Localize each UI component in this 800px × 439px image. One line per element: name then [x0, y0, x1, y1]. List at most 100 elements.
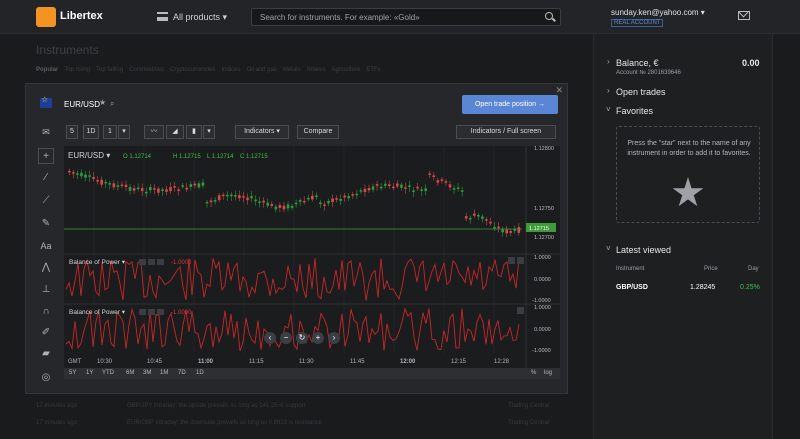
candle [396, 183, 399, 187]
indicator-axis-label: 0.0000 [534, 327, 551, 333]
panel-close-icon[interactable] [517, 307, 524, 314]
pencil-icon[interactable]: ✐ [38, 325, 54, 341]
indicator-hide-icon[interactable] [148, 309, 155, 315]
panel-close-icon[interactable] [517, 257, 524, 264]
mail-icon[interactable] [738, 11, 750, 20]
candle [379, 186, 383, 189]
text-icon[interactable]: Aa [38, 238, 54, 254]
indicator-close-icon[interactable] [157, 259, 164, 265]
chevron-right-icon[interactable]: › [607, 57, 610, 66]
fullscreen-button[interactable]: Indicators / Full screen [456, 125, 556, 139]
reset-chart-button[interactable]: ↻ [296, 332, 308, 344]
chevron-right-icon[interactable]: › [607, 86, 610, 95]
indicator-name[interactable]: Balance of Power ▾ [69, 309, 126, 316]
crosshair-icon[interactable]: + [38, 148, 54, 164]
balance-label[interactable]: Balance, € [616, 58, 659, 68]
compare-button[interactable]: Compare [297, 125, 339, 139]
zoom-out-button[interactable]: − [280, 332, 292, 344]
timeframe-5[interactable]: 5 [66, 125, 78, 139]
tab-etfs[interactable]: ETFs [366, 67, 380, 73]
search-input[interactable]: Search for instruments. For example: «Go… [251, 8, 561, 26]
zoom-in-button[interactable]: + [312, 332, 324, 344]
tab-top-rising[interactable]: Top rising [64, 67, 90, 73]
scroll-left-button[interactable]: ‹ [264, 332, 276, 344]
open-trade-button[interactable]: Open trade position → [462, 95, 558, 114]
brand-name[interactable]: Libertex [60, 10, 103, 22]
indicator-name[interactable]: Balance of Power ▾ [69, 259, 126, 266]
panel-up-icon[interactable] [508, 257, 515, 264]
favorite-star-icon[interactable]: ★ [99, 98, 106, 107]
indicators-button[interactable]: Indicators ▾ [235, 125, 289, 139]
candle [408, 185, 411, 187]
scroll-right-button[interactable]: › [328, 332, 340, 344]
pattern-icon[interactable]: ⋀ [38, 260, 54, 276]
percent-scale-toggle[interactable]: % [531, 370, 536, 376]
line-chart-icon[interactable]: 〰 [144, 125, 164, 139]
candle [290, 205, 294, 208]
candle [213, 200, 217, 202]
lock-icon[interactable]: ▰ [38, 346, 54, 362]
envelope-icon[interactable]: ✉ [38, 124, 54, 140]
tab-cryptocurrencies[interactable]: Cryptocurrencies [170, 67, 215, 73]
user-menu[interactable]: sunday.ken@yahoo.com ▾ [611, 8, 705, 17]
timeframe-1[interactable]: 1 [103, 125, 117, 139]
chevron-down-icon[interactable]: ˅ [606, 105, 611, 114]
log-scale-toggle[interactable]: log [544, 370, 552, 376]
favorites-header[interactable]: Favorites [616, 106, 653, 116]
brush-icon[interactable]: ✎ [38, 216, 54, 232]
open-trades-link[interactable]: Open trades [616, 87, 666, 97]
account-sidebar: › Balance, € 0.00 Account № 2801639646 ›… [593, 34, 773, 439]
eye-icon[interactable]: ◎ [38, 370, 54, 386]
tab-commodities[interactable]: Commodities [129, 67, 164, 73]
range-6m[interactable]: 6M [126, 370, 134, 376]
chevron-down-icon[interactable]: ˅ [606, 244, 611, 253]
range-ytd[interactable]: YTD [102, 370, 114, 376]
timeframe-dropdown[interactable]: ▾ [118, 125, 130, 139]
candle [477, 214, 480, 217]
time-label: GMT [68, 359, 82, 365]
tab-agriculture[interactable]: Agriculture [332, 67, 361, 73]
range-1d[interactable]: 1D [196, 370, 204, 376]
search-icon[interactable] [545, 12, 553, 20]
indicator-hide-icon[interactable] [148, 259, 155, 265]
chart-symbol[interactable]: EUR/USD ▾ [68, 151, 110, 160]
line-icon[interactable]: ⁄ [38, 170, 54, 186]
all-products-menu[interactable]: All products ▾ [173, 12, 227, 23]
tab-metals[interactable]: Metals [283, 67, 301, 73]
candle [221, 194, 225, 197]
candle [428, 173, 432, 175]
fib-icon[interactable]: ⟋ [38, 193, 54, 209]
tab-shares[interactable]: Shares [306, 67, 325, 73]
libertex-logo-icon[interactable] [36, 7, 56, 27]
candle [144, 191, 148, 194]
tab-popular[interactable]: Popular [36, 67, 58, 73]
measure-icon[interactable]: ⊥ [38, 282, 54, 298]
candle [335, 198, 338, 200]
tab-top-falling[interactable]: Top falling [96, 67, 123, 73]
tab-oil-gas[interactable]: Oil and gas [246, 67, 276, 73]
candle [238, 195, 241, 199]
area-chart-icon[interactable]: ◢ [166, 125, 184, 139]
timeframe-1d[interactable]: 1D [83, 125, 99, 139]
range-7d[interactable]: 7D [178, 370, 186, 376]
chart-type-dropdown[interactable]: ▾ [203, 125, 215, 139]
latest-viewed-header[interactable]: Latest viewed [616, 245, 671, 255]
pair-name: EUR/USD [64, 100, 101, 109]
magnet-icon[interactable]: ∩ [38, 304, 54, 320]
candle [217, 195, 221, 201]
hamburger-icon[interactable] [157, 12, 168, 21]
range-3m[interactable]: 3M [143, 370, 151, 376]
range-1m[interactable]: 1M [160, 370, 168, 376]
zoom-search-icon[interactable]: ⌕ [110, 99, 114, 109]
candle-chart-icon[interactable]: ▮ [186, 125, 202, 139]
range-1y[interactable]: 1Y [86, 370, 93, 376]
indicator-settings-icon[interactable] [139, 309, 146, 315]
favorites-empty-box: Press the "star" next to the name of any… [616, 126, 760, 223]
range-5y[interactable]: 5Y [69, 370, 76, 376]
tab-indices[interactable]: Indices [221, 67, 240, 73]
candle [246, 197, 249, 201]
indicator-close-icon[interactable] [157, 309, 164, 315]
indicator-settings-icon[interactable] [139, 259, 146, 265]
candle [80, 172, 83, 177]
star-icon [672, 177, 704, 207]
